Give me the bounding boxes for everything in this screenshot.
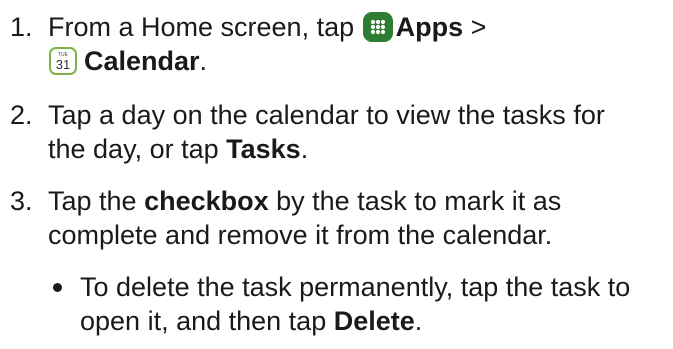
- step-text: .: [300, 134, 309, 164]
- step-text: From a Home screen, tap: [48, 12, 362, 42]
- bullet-text: To delete the task permanently, tap the …: [80, 272, 631, 302]
- step-number: 2.: [10, 100, 33, 130]
- step-text: .: [199, 46, 208, 76]
- tasks-label: Tasks: [226, 134, 301, 164]
- step-text: Tap the: [48, 186, 145, 216]
- calendar-icon: TUE 31: [48, 46, 78, 76]
- instructions-document: 1. From a Home screen, tap Apps > TUE 31…: [0, 0, 673, 349]
- delete-label: Delete: [333, 306, 415, 336]
- step-text: Tap a day on the calendar to view the ta…: [48, 100, 605, 130]
- checkbox-label: checkbox: [144, 186, 269, 216]
- step-text: complete and remove it from the calendar…: [48, 220, 553, 250]
- calendar-label: Calendar: [84, 46, 200, 76]
- step-text: by the task to mark it as: [268, 186, 562, 216]
- bullet-text: open it, and then tap: [80, 306, 334, 336]
- bullet-dot: [53, 283, 62, 292]
- step-number: 1.: [10, 12, 33, 42]
- step-number: 3.: [10, 186, 33, 216]
- bullet-text: .: [414, 306, 423, 336]
- apps-label: Apps: [395, 12, 464, 42]
- step-text: the day, or tap: [48, 134, 227, 164]
- step-text: >: [463, 12, 487, 42]
- calendar-day-number: 31: [56, 57, 70, 72]
- apps-grid-icon: [362, 12, 393, 42]
